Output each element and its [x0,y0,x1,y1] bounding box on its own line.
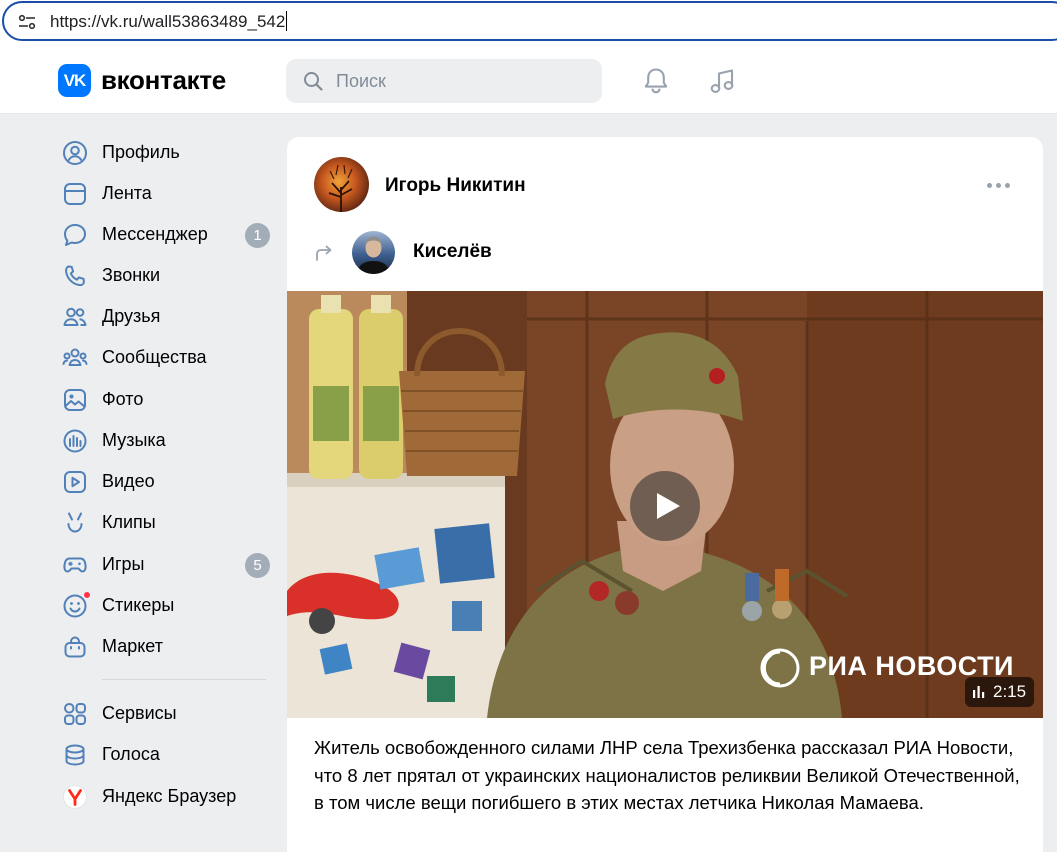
sidebar-item-music[interactable]: Музыка [58,423,272,457]
friends-icon [63,307,87,326]
video-icon [64,471,86,493]
search-icon [304,72,323,91]
post-more-button[interactable] [987,181,1011,191]
sidebar-item-label: Маркет [102,636,163,656]
brand-name[interactable]: вконтакте [101,65,226,96]
sidebar-item-yandex-browser[interactable]: Яндекс Браузер [58,779,272,813]
sidebar-item-calls[interactable]: Звонки [58,258,272,292]
sidebar-item-label: Сообщества [102,347,207,367]
repost-author-name[interactable]: Киселёв [413,241,492,263]
vk-logo[interactable]: VK [58,64,91,97]
duration-text: 2:15 [993,682,1027,701]
sidebar-item-votes[interactable]: Голоса [58,737,272,771]
sidebar-item-label: Игры [102,554,145,574]
author-avatar[interactable] [314,157,369,212]
more-dot [1005,183,1010,188]
sidebar-item-label: Сервисы [102,703,177,723]
sidebar-divider [102,679,266,680]
wall-post: Игорь Никитин Киселёв РИА НОВОСТИ 2:15 Ж… [287,137,1043,852]
url-text[interactable]: https://vk.ru/wall53863489_542 [50,11,288,32]
sidebar-item-label: Звонки [102,265,161,285]
sidebar-item-label: Друзья [102,306,161,326]
sidebar-item-services[interactable]: Сервисы [58,696,272,730]
repost-author-avatar[interactable] [352,231,395,274]
play-icon [657,493,680,519]
search-input[interactable] [336,68,586,94]
games-badge: 5 [245,553,270,578]
autumn-tree-image [328,164,353,212]
services-icon [64,703,86,725]
repost-arrow-icon [316,245,332,261]
ria-logo-icon [760,648,800,688]
sidebar-item-photo[interactable]: Фото [58,382,272,416]
sidebar-item-label: Музыка [102,430,166,450]
sidebar-item-video[interactable]: Видео [58,464,272,498]
communities-icon [62,348,88,366]
site-info-icon[interactable] [18,13,36,31]
notification-dot [83,591,91,599]
sidebar-item-messenger[interactable]: Мессенджер 1 [58,217,272,251]
sidebar-item-feed[interactable]: Лента [58,176,272,210]
video-duration: 2:15 [965,677,1035,707]
music-icon [63,429,87,453]
portrait-image [357,236,390,274]
photo-icon [64,389,86,411]
sidebar-item-label: Мессенджер [102,224,208,244]
sidebar-item-games[interactable]: Игры 5 [58,547,272,581]
sidebar-item-profile[interactable]: Профиль [58,135,272,169]
profile-icon [63,141,87,165]
sidebar-item-label: Видео [102,471,155,491]
sidebar-item-label: Голоса [102,744,160,764]
video-player[interactable]: РИА НОВОСТИ 2:15 [287,291,1043,718]
more-dots-icon [987,183,992,188]
more-dot [996,183,1001,188]
music-note-icon[interactable] [707,66,737,96]
clips-icon [67,512,83,533]
sidebar-item-label: Клипы [102,512,156,532]
votes-icon [65,744,85,766]
bell-icon[interactable] [641,66,671,96]
market-icon [64,636,86,658]
sidebar-item-friends[interactable]: Друзья [58,299,272,333]
games-icon [63,557,87,573]
sidebar-item-stickers[interactable]: Стикеры [58,588,272,622]
search-box[interactable] [286,59,602,103]
yandex-browser-icon [63,785,87,809]
sidebar-item-label: Лента [102,183,152,203]
vk-header: VK вконтакте [0,46,1057,114]
browser-address-bar: https://vk.ru/wall53863489_542 [0,0,1057,46]
sidebar-item-label: Профиль [102,142,180,162]
sidebar-item-label: Стикеры [102,595,175,615]
play-button[interactable] [630,471,700,541]
unread-badge: 1 [245,223,270,248]
url-field[interactable]: https://vk.ru/wall53863489_542 [2,1,1057,41]
phone-icon [65,265,85,287]
sidebar-item-label: Яндекс Браузер [102,786,237,806]
sidebar-item-market[interactable]: Маркет [58,629,272,663]
post-text: Житель освобожденного силами ЛНР села Тр… [314,737,1020,813]
post-author-name[interactable]: Игорь Никитин [385,175,526,197]
stats-bars-icon [973,686,985,698]
messenger-icon [64,224,86,246]
sidebar-item-clips[interactable]: Клипы [58,505,272,539]
sidebar-item-label: Фото [102,389,144,409]
feed-icon [64,183,86,205]
sidebar-item-communities[interactable]: Сообщества [58,340,272,374]
